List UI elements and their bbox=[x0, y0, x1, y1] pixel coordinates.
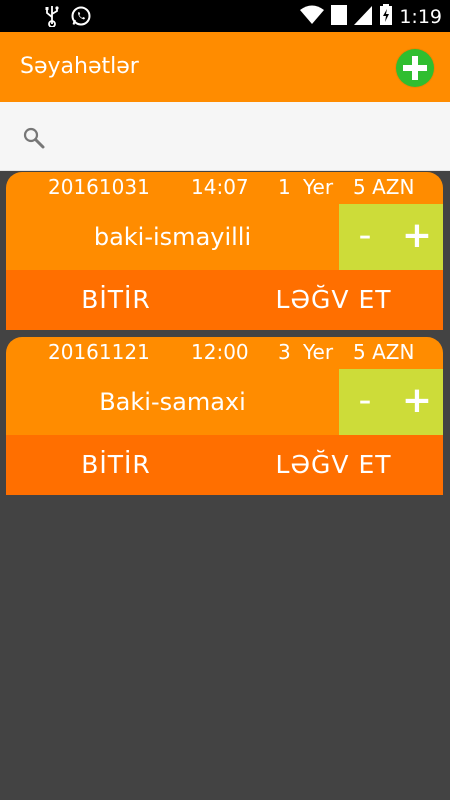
trip-date: 20161031 bbox=[48, 175, 150, 199]
trip-meta: 20161121 12:00 3 Yer 5 AZN bbox=[6, 337, 443, 367]
trip-route: Baki-samaxi bbox=[99, 388, 246, 416]
trip-seat-label: Yer bbox=[303, 340, 334, 364]
finish-button[interactable]: BİTİR bbox=[26, 435, 206, 495]
trip-price: 5 AZN bbox=[353, 340, 415, 364]
search-bar bbox=[0, 102, 450, 171]
finish-button[interactable]: BİTİR bbox=[26, 270, 206, 330]
decrease-seats-button[interactable]: - bbox=[339, 204, 391, 270]
cancel-button[interactable]: LƏĞV ET bbox=[236, 435, 431, 495]
whatsapp-icon bbox=[70, 5, 92, 31]
cancel-button[interactable]: LƏĞV ET bbox=[236, 270, 431, 330]
increase-seats-button[interactable]: + bbox=[391, 369, 443, 435]
search-input[interactable] bbox=[60, 120, 434, 154]
trip-actions: BİTİR LƏĞV ET bbox=[6, 270, 443, 330]
app-bar: Səyahətlər bbox=[0, 32, 450, 102]
increase-seats-button[interactable]: + bbox=[391, 204, 443, 270]
trip-actions: BİTİR LƏĞV ET bbox=[6, 435, 443, 495]
seat-stepper: - + bbox=[339, 204, 443, 270]
signal-icon bbox=[353, 4, 373, 30]
trip-seat-label: Yer bbox=[303, 175, 334, 199]
decrease-seats-button[interactable]: - bbox=[339, 369, 391, 435]
trip-time: 14:07 bbox=[191, 175, 249, 199]
wifi-icon bbox=[299, 4, 325, 30]
trip-card: 20161121 12:00 3 Yer 5 AZN Baki-samaxi -… bbox=[6, 337, 443, 495]
sim-badge bbox=[331, 4, 348, 30]
status-bar: 1:19 bbox=[0, 0, 450, 32]
trip-date: 20161121 bbox=[48, 340, 150, 364]
trip-price: 5 AZN bbox=[353, 175, 415, 199]
trip-seats: 3 bbox=[278, 340, 291, 364]
add-trip-button[interactable] bbox=[396, 49, 434, 87]
plus-circle-icon bbox=[403, 56, 427, 80]
trip-time: 12:00 bbox=[191, 340, 249, 364]
page-title: Səyahətlər bbox=[20, 54, 139, 79]
seat-stepper: - + bbox=[339, 369, 443, 435]
usb-icon bbox=[44, 5, 60, 31]
battery-icon bbox=[379, 4, 393, 30]
trip-seats: 1 bbox=[278, 175, 291, 199]
trip-meta: 20161031 14:07 1 Yer 5 AZN bbox=[6, 172, 443, 202]
search-icon[interactable] bbox=[22, 126, 46, 154]
trip-card: 20161031 14:07 1 Yer 5 AZN baki-ismayill… bbox=[6, 172, 443, 330]
trip-route: baki-ismayilli bbox=[93, 223, 252, 251]
clock: 1:19 bbox=[399, 6, 442, 28]
